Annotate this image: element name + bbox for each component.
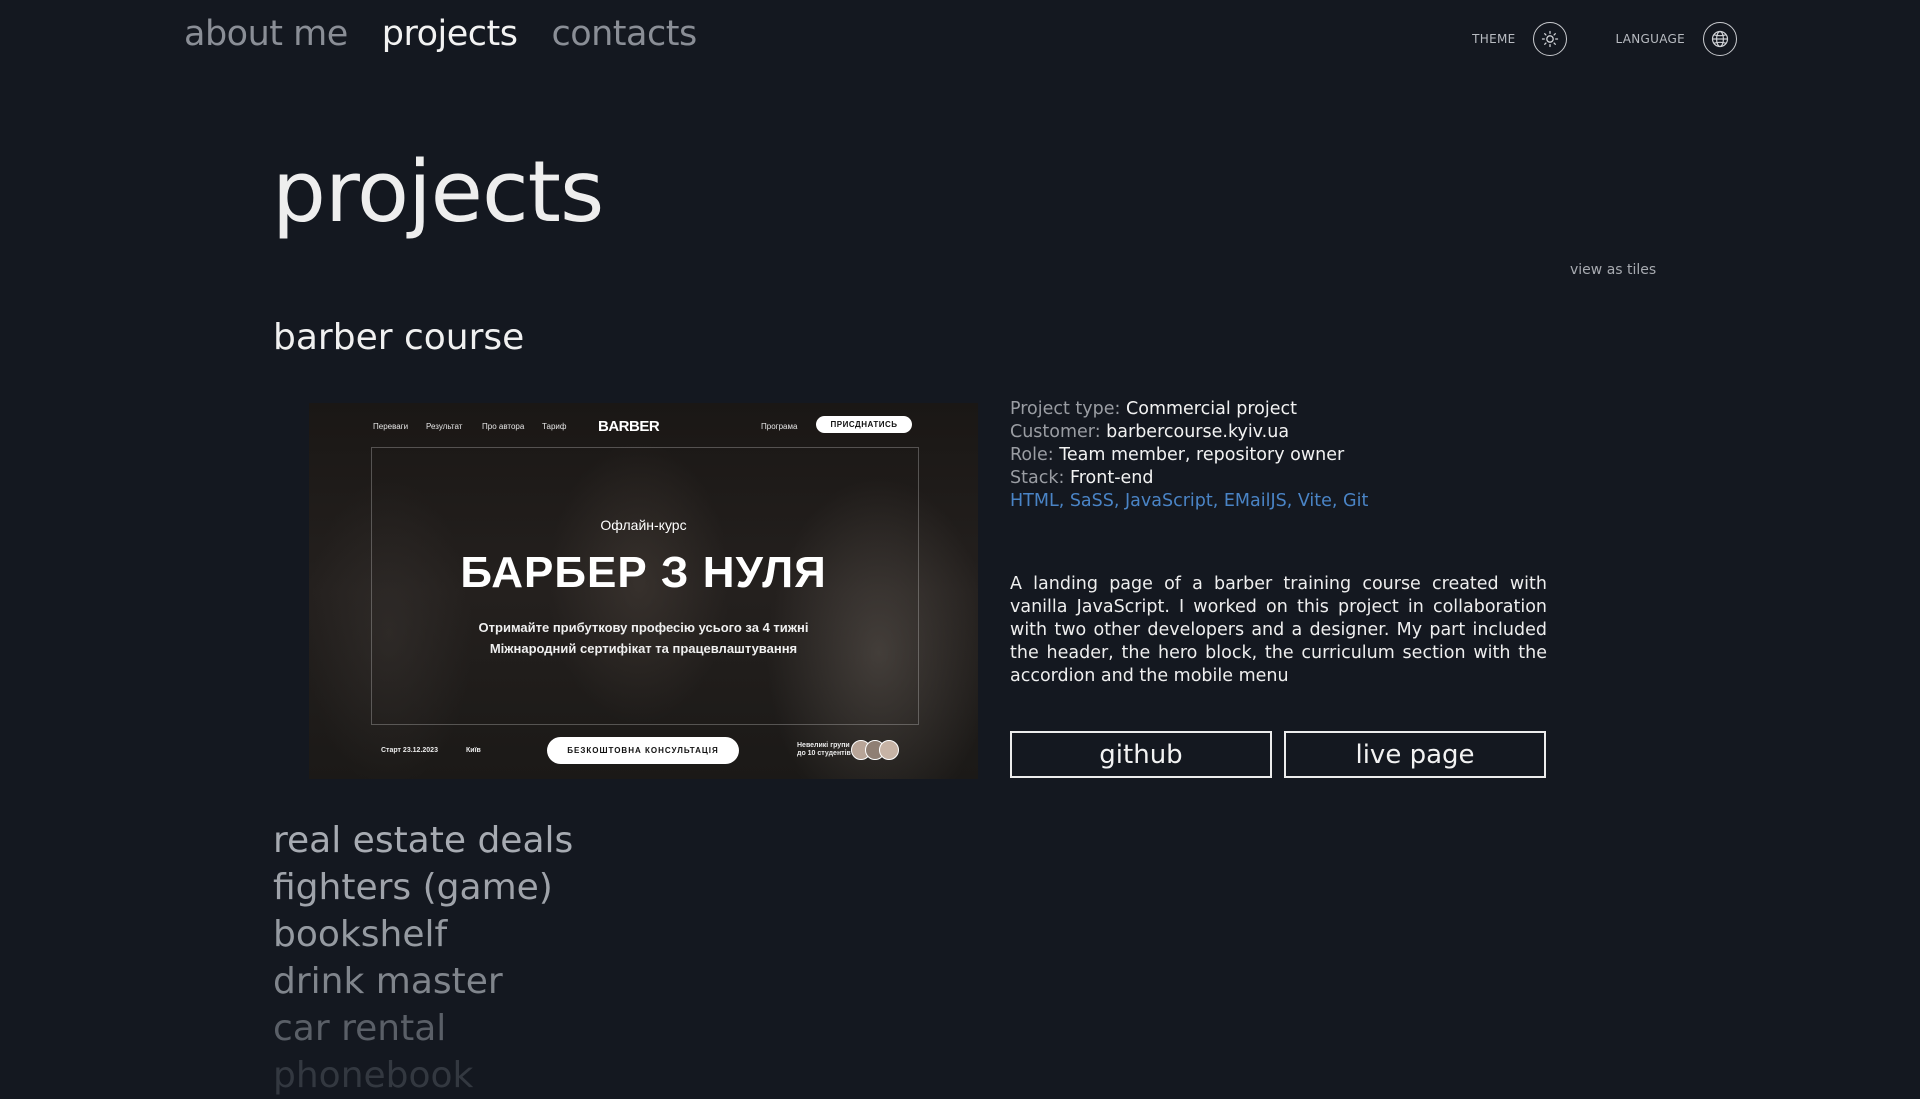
nav-about-me[interactable]: about me xyxy=(184,14,348,54)
main-nav: about me projects contacts xyxy=(184,14,697,54)
preview-nav-link: Результат xyxy=(426,422,463,431)
preview-nav-link: Тариф xyxy=(542,422,567,431)
language-label: LANGUAGE xyxy=(1615,32,1685,46)
project-info: Project type: Commercial project Custome… xyxy=(1010,398,1547,513)
project-list-item[interactable]: fighters (game) xyxy=(273,864,573,911)
preview-nav-link: Програма xyxy=(761,422,798,431)
preview-logo: BARBER xyxy=(598,418,660,435)
preview-nav-link: Переваги xyxy=(373,422,409,431)
project-list-item[interactable]: real estate deals xyxy=(273,817,573,864)
live-page-button[interactable]: live page xyxy=(1284,731,1546,778)
theme-toggle-button[interactable] xyxy=(1533,22,1568,56)
preview-start-date: Старт 23.12.2023 xyxy=(381,747,438,754)
globe-icon xyxy=(1711,30,1729,48)
avatar xyxy=(879,740,899,760)
stack-row: Stack: Front-end xyxy=(1010,467,1547,490)
preview-subtitle: Офлайн-курс xyxy=(600,517,687,533)
stack-label: Stack: xyxy=(1010,468,1065,488)
project-type-label: Project type: xyxy=(1010,399,1121,419)
preview-desc-line: Отримайте прибуткову професію усього за … xyxy=(478,620,809,635)
theme-label: THEME xyxy=(1472,32,1516,46)
customer-value: barbercourse.kyiv.ua xyxy=(1106,422,1290,442)
nav-contacts[interactable]: contacts xyxy=(551,14,697,54)
project-list-item[interactable]: bookshelf xyxy=(273,911,573,958)
preview-cta-button: БЕЗКОШТОВНА КОНСУЛЬТАЦІЯ xyxy=(547,737,739,764)
preview-groups-line: до 10 студентів xyxy=(797,750,851,757)
page-title: projects xyxy=(272,143,604,242)
preview-groups-line: Невеликі групи xyxy=(797,742,850,749)
preview-join-button: ПРИСДНАТИСЬ xyxy=(816,416,912,433)
project-preview-image[interactable]: Переваги Результат Про автора Тариф BARB… xyxy=(309,403,978,779)
sun-icon xyxy=(1542,30,1559,48)
preview-city: Київ xyxy=(466,747,481,754)
project-type-row: Project type: Commercial project xyxy=(1010,398,1547,421)
role-value: Team member, repository owner xyxy=(1059,445,1345,465)
nav-projects[interactable]: projects xyxy=(382,14,518,54)
project-type-value: Commercial project xyxy=(1126,399,1297,419)
customer-label: Customer: xyxy=(1010,422,1101,442)
preview-description: Отримайте прибуткову професію усього за … xyxy=(309,617,978,659)
project-list-item[interactable]: car rental xyxy=(273,1005,573,1052)
stack-value: Front-end xyxy=(1069,468,1154,488)
role-label: Role: xyxy=(1010,445,1054,465)
project-title[interactable]: barber course xyxy=(273,317,524,358)
preview-desc-line: Міжнародний сертифікат та працевлаштуван… xyxy=(489,641,798,656)
other-projects-list: real estate deals fighters (game) booksh… xyxy=(273,817,573,1099)
customer-row: Customer: barbercourse.kyiv.ua xyxy=(1010,421,1547,444)
preview-headline: БАРБЕР З НУЛЯ xyxy=(460,548,827,597)
project-list-item[interactable]: phonebook xyxy=(273,1052,573,1099)
project-list-item[interactable]: drink master xyxy=(273,958,573,1005)
preview-avatars xyxy=(851,740,899,760)
role-row: Role: Team member, repository owner xyxy=(1010,444,1547,467)
header-controls: THEME LANGUAGE xyxy=(1472,22,1737,56)
preview-navbar: Переваги Результат Про автора Тариф BARB… xyxy=(309,416,978,436)
github-button[interactable]: github xyxy=(1010,731,1272,778)
preview-groups-note: Невеликі групи до 10 студентів xyxy=(797,742,851,758)
preview-nav-link: Про автора xyxy=(482,422,525,431)
view-as-tiles-toggle[interactable]: view as tiles xyxy=(1570,262,1656,278)
language-toggle-button[interactable] xyxy=(1703,22,1737,56)
technologies-list: HTML, SaSS, JavaScript, EMailJS, Vite, G… xyxy=(1010,491,1369,511)
project-description: A landing page of a barber training cour… xyxy=(1010,573,1547,686)
